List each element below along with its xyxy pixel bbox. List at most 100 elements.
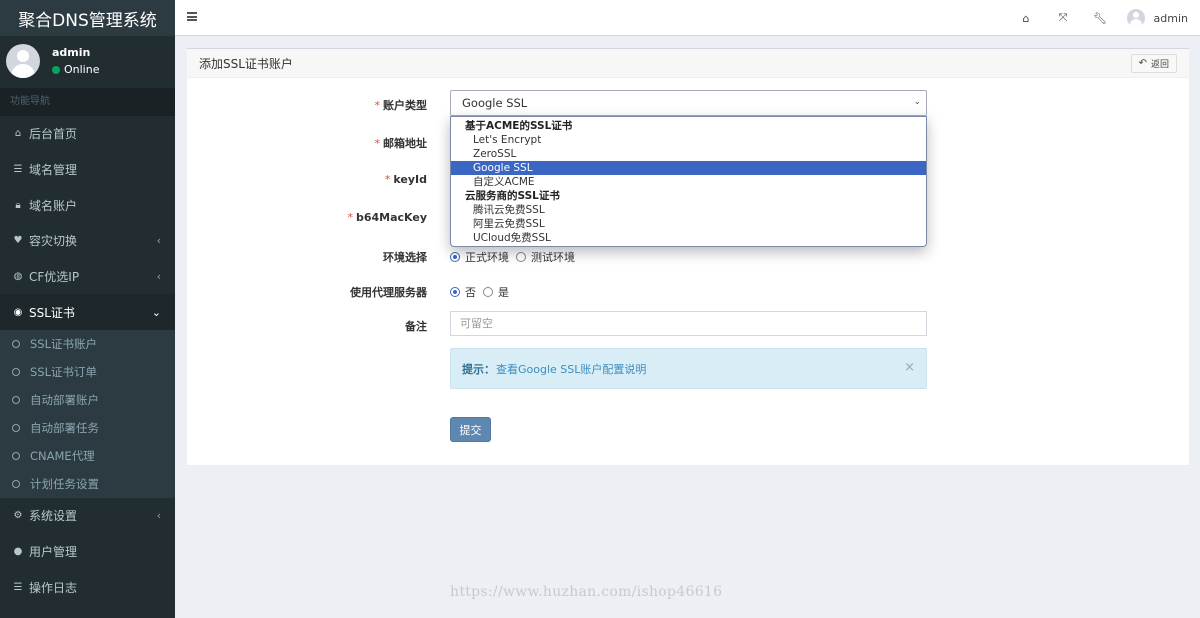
wrench-icon[interactable]: 🔧︎ [1082,0,1119,36]
sidebar-subitem-label: 自动部署账户 [30,393,99,408]
user-name: admin [52,46,91,59]
sidebar-item-label: 后台首页 [29,127,78,142]
ssl-submenu: SSL证书账户 SSL证书订单 自动部署账户 自动部署任务 CNAME代理 计划… [0,330,175,499]
sidebar-item-logs[interactable]: ☰ 操作日志 [0,570,175,606]
user-status-label: Online [64,63,100,76]
heartbeat-icon: ♥ [13,235,23,247]
home-icon: ⌂ [14,128,22,140]
fullscreen-icon[interactable]: ⤧ [1045,0,1082,36]
avatar[interactable] [1126,9,1145,27]
nav-header: 功能导航 [0,88,175,116]
sidebar-item-label: 用户管理 [29,545,78,560]
back-button-label: 返回 [1150,60,1169,70]
chevron-left-icon: ‹ [156,509,161,523]
sidebar-subitem-label: 计划任务设置 [30,477,99,492]
sidebar-item-cf-ip[interactable]: ◍ CF优选IP ‹ [0,259,175,295]
globe-icon: ◍ [13,271,23,283]
chevron-left-icon: ‹ [156,270,161,284]
sidebar-item-label: 操作日志 [29,580,78,595]
sidebar-item-domain-accounts[interactable]: 🔒︎ 域名账户 [0,187,175,223]
tip-prefix: 提示： [462,362,495,376]
proxy-radio-label: 是 [498,286,509,299]
remark-input[interactable] [451,312,926,335]
keyid-label: * keyId [384,173,427,186]
circle-icon [12,340,20,349]
dropdown-option-google-ssl[interactable]: Google SSL [451,161,926,175]
dropdown-group-cloud: 云服务商的SSL证书 [465,190,560,202]
account-type-select[interactable]: Google SSL ⌄ [450,90,927,116]
info-alert: 提示： 查看Google SSL账户配置说明 × [450,348,927,389]
sidebar-item-label: 容灾切换 [29,234,78,249]
sidebar-item-label: 域名账户 [29,198,78,213]
sidebar-subitem-ssl-accounts[interactable]: SSL证书账户 [0,330,175,358]
user-icon: ● [13,546,23,558]
circle-icon [12,368,20,377]
undo-icon: ↶ [1138,58,1147,69]
dropdown-option-letsencrypt[interactable]: Let's Encrypt [451,133,926,147]
chevron-left-icon: ‹ [156,234,161,248]
sidebar-item-label: CF优选IP [29,270,80,285]
sidebar-subitem-label: 自动部署任务 [30,421,99,436]
env-radio-label: 正式环境 [465,251,509,264]
sidebar-subitem-label: SSL证书账户 [30,337,98,352]
sidebar-subitem-deploy-accounts[interactable]: 自动部署账户 [0,386,175,414]
sidebar-item-home[interactable]: ⌂ 后台首页 [0,116,175,152]
sidebar-item-ssl[interactable]: ◉ SSL证书 ⌄ [0,294,175,331]
circle-icon [12,396,20,405]
submit-button[interactable]: 提交 [450,417,491,442]
proxy-label: 使用代理服务器 [350,286,427,299]
account-type-label: * 账户类型 [374,99,428,112]
home-icon[interactable]: ⌂ [1008,0,1045,36]
user-panel: admin Online [0,36,175,86]
account-type-value: Google SSL [462,96,528,110]
menu-toggle-icon[interactable] [187,12,197,21]
proxy-radio-group: 否 是 [450,284,516,300]
header-username[interactable]: admin [1154,12,1188,25]
watermark-text: https://www.huzhan.com/ishop46616 [450,584,723,600]
top-navbar: ⌂ ⤧ 🔧︎ admin [175,0,1200,36]
proxy-radio-yes[interactable] [483,287,493,297]
user-status: Online [52,63,99,76]
env-radio-label: 测试环境 [531,251,575,264]
proxy-radio-label: 否 [465,286,476,299]
remark-label: 备注 [405,320,427,333]
sidebar-subitem-cron-settings[interactable]: 计划任务设置 [0,470,175,498]
b64mackey-label: * b64MacKey [347,211,427,224]
chevron-down-icon: ⌄ [913,97,921,107]
sidebar-item-system-settings[interactable]: ⚙ 系统设置 ‹ [0,498,175,534]
email-label: * 邮箱地址 [374,137,428,150]
sidebar: 聚合DNS管理系统 admin Online 功能导航 ⌂ 后台首页 ☰ 域名管… [0,0,175,618]
sidebar-item-label: SSL证书 [29,305,75,320]
sidebar-subitem-label: SSL证书订单 [30,365,98,380]
back-button[interactable]: ↶ 返回 [1130,54,1177,73]
avatar [6,44,40,78]
dropdown-option-ucloud-ssl[interactable]: UCloud免费SSL [451,231,926,245]
sidebar-subitem-ssl-orders[interactable]: SSL证书订单 [0,358,175,386]
lock-icon: 🔒︎ [15,199,21,211]
env-radio-test[interactable] [516,252,526,262]
circle-icon [12,424,20,433]
list-icon: ☰ [13,164,23,176]
dropdown-option-zerossl[interactable]: ZeroSSL [451,147,926,161]
sidebar-subitem-cname-proxy[interactable]: CNAME代理 [0,442,175,470]
dropdown-group-acme: 基于ACME的SSL证书 [465,120,573,132]
environment-radio-group: 正式环境 测试环境 [450,249,582,265]
sidebar-item-label: 域名管理 [29,163,78,178]
circle-icon [12,480,20,489]
proxy-radio-no[interactable] [450,287,460,297]
dropdown-option-custom-acme[interactable]: 自定义ACME [451,175,926,189]
google-ssl-help-link[interactable]: 查看Google SSL账户配置说明 [496,361,646,377]
page-title: 添加SSL证书账户 [199,56,293,71]
dropdown-option-aliyun-ssl[interactable]: 阿里云免费SSL [451,217,926,231]
env-radio-production[interactable] [450,252,460,262]
sidebar-subitem-deploy-tasks[interactable]: 自动部署任务 [0,414,175,442]
brand-logo[interactable]: 聚合DNS管理系统 [0,0,175,36]
sidebar-item-users[interactable]: ● 用户管理 [0,534,175,570]
environment-label: 环境选择 [383,251,427,264]
dropdown-option-tencent-ssl[interactable]: 腾讯云免费SSL [451,203,926,217]
sidebar-item-domains[interactable]: ☰ 域名管理 [0,152,175,188]
close-icon[interactable]: × [904,360,915,375]
online-status-icon [52,65,60,74]
sidebar-item-failover[interactable]: ♥ 容灾切换 ‹ [0,223,175,259]
log-list-icon: ☰ [13,581,23,593]
